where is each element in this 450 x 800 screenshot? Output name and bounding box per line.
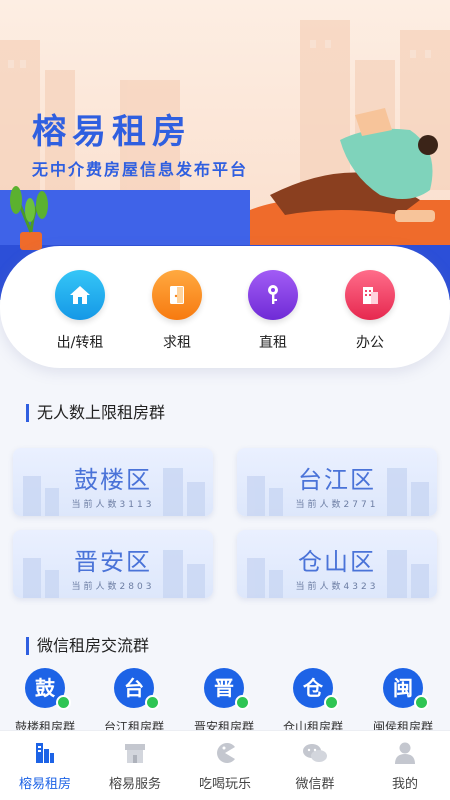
bottom-tab-bar: 榕易租房 榕易服务 吃喝玩乐 微信群 我的: [0, 730, 450, 800]
app-screen: 榕易租房 无中介费房屋信息发布平台 出/转租 求租 直租 办公 无人数上限租房群…: [0, 0, 450, 800]
group-avatar: 仓: [293, 668, 339, 710]
tab-label: 我的: [391, 777, 418, 792]
district-name: 晋安区: [74, 548, 152, 576]
district-name: 仓山区: [298, 548, 376, 576]
district-card-cangshan[interactable]: 仓山区 当前人数4323: [237, 530, 437, 598]
key-icon: [248, 270, 298, 320]
quick-action-direct-rent[interactable]: 直租: [233, 270, 313, 352]
wechat-badge-icon: [414, 695, 429, 710]
district-member-count: 当前人数2803: [71, 582, 155, 592]
buildings-icon: [32, 741, 58, 765]
wechat-group-gulou[interactable]: 鼓 鼓楼租房群: [5, 668, 85, 732]
wechat-icon: [302, 741, 328, 765]
wechat-group-jinan[interactable]: 晋 晋安租房群: [184, 668, 264, 732]
section-title-districts: 无人数上限租房群: [26, 404, 165, 422]
pacman-icon: [212, 741, 238, 765]
district-card-gulou[interactable]: 鼓楼区 当前人数3113: [13, 448, 213, 516]
district-member-count: 当前人数2771: [295, 500, 379, 510]
district-name: 鼓楼区: [74, 466, 152, 494]
tab-label: 微信群: [295, 777, 335, 792]
quick-action-label: 直租: [259, 335, 287, 351]
district-name: 台江区: [298, 466, 376, 494]
house-icon: [55, 270, 105, 320]
tab-label: 榕易租房: [18, 777, 71, 792]
group-avatar: 台: [114, 668, 160, 710]
quick-action-seek-rent[interactable]: 求租: [137, 270, 217, 352]
tab-profile[interactable]: 我的: [360, 731, 450, 800]
hero-title: 榕易租房: [32, 112, 192, 152]
quick-action-rent-out[interactable]: 出/转租: [40, 270, 120, 352]
wechat-group-taijiang[interactable]: 台 台江租房群: [94, 668, 174, 732]
wechat-group-minhou[interactable]: 闽 闽侯租房群: [363, 668, 443, 732]
tab-label: 吃喝玩乐: [198, 777, 251, 792]
section-title-wechat: 微信租房交流群: [26, 637, 149, 655]
tab-services[interactable]: 榕易服务: [90, 731, 180, 800]
group-avatar: 鼓: [25, 668, 71, 710]
store-icon: [122, 741, 148, 765]
door-icon: [152, 270, 202, 320]
tab-food-fun[interactable]: 吃喝玩乐: [180, 731, 270, 800]
hero-subtitle: 无中介费房屋信息发布平台: [32, 160, 249, 179]
tab-label: 榕易服务: [108, 777, 161, 792]
wechat-badge-icon: [324, 695, 339, 710]
district-card-taijiang[interactable]: 台江区 当前人数2771: [237, 448, 437, 516]
tab-wechat-groups[interactable]: 微信群: [270, 731, 360, 800]
district-card-jinan[interactable]: 晋安区 当前人数2803: [13, 530, 213, 598]
district-member-count: 当前人数3113: [71, 500, 155, 510]
quick-actions-card: 出/转租 求租 直租 办公: [0, 246, 450, 368]
wechat-badge-icon: [56, 695, 71, 710]
wechat-badge-icon: [145, 695, 160, 710]
quick-action-label: 办公: [356, 335, 384, 351]
group-avatar: 晋: [204, 668, 250, 710]
quick-action-label: 求租: [163, 335, 191, 351]
district-member-count: 当前人数4323: [295, 582, 379, 592]
building-icon: [345, 270, 395, 320]
group-avatar: 闽: [383, 668, 429, 710]
wechat-group-cangshan[interactable]: 仓 仓山租房群: [273, 668, 353, 732]
wechat-badge-icon: [235, 695, 250, 710]
quick-action-office[interactable]: 办公: [330, 270, 410, 352]
quick-action-label: 出/转租: [56, 335, 104, 351]
tab-home[interactable]: 榕易租房: [0, 731, 90, 800]
user-icon: [392, 741, 418, 765]
